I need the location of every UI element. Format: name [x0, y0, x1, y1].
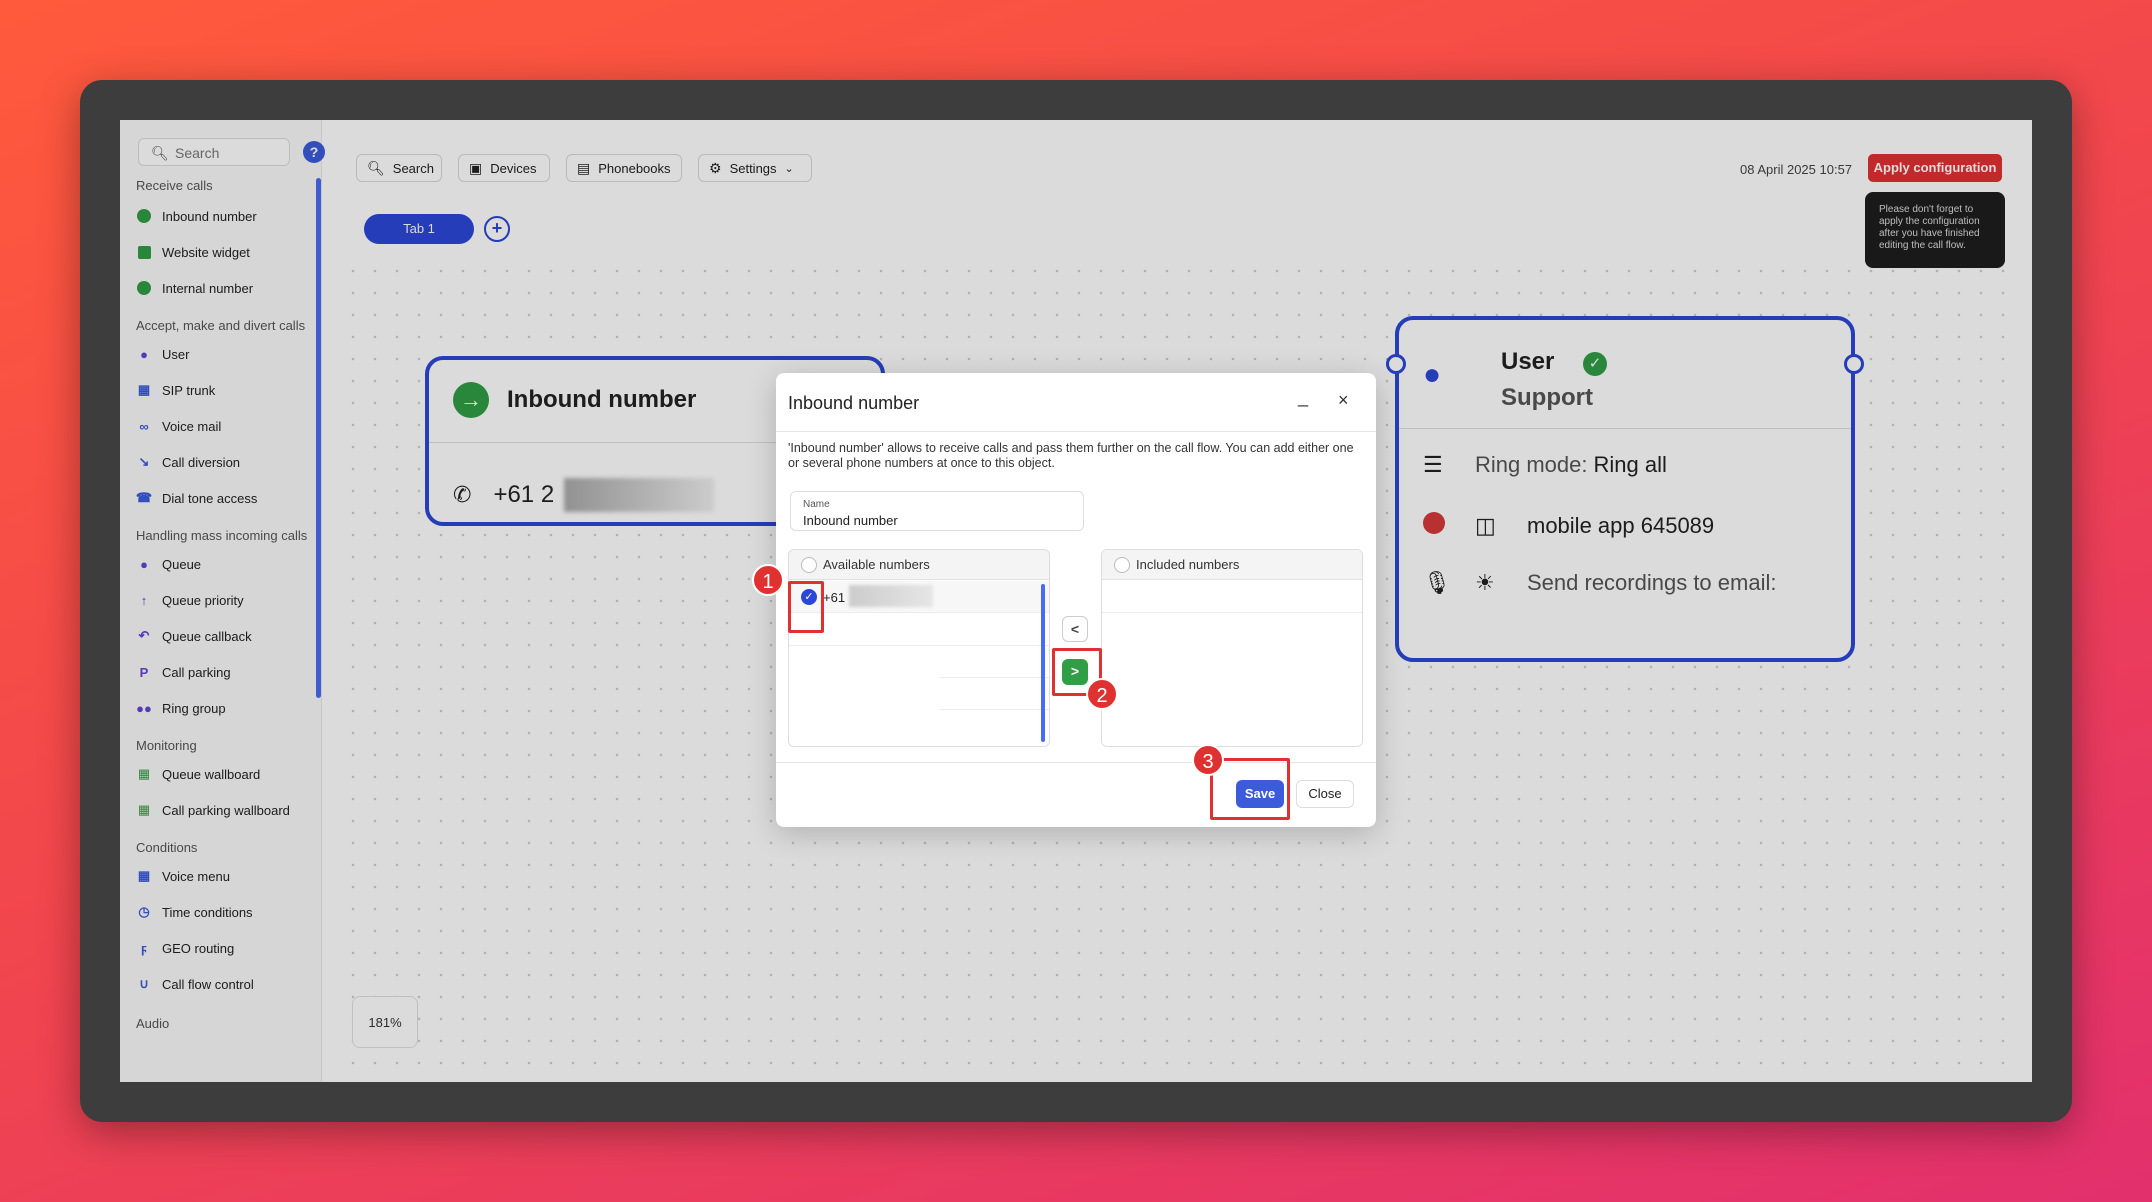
name-field[interactable]: Name Inbound number: [790, 491, 1084, 531]
list-item[interactable]: ✓ +61: [789, 581, 1049, 613]
step-3-badge: 3: [1192, 744, 1224, 776]
modal-divider: [776, 431, 1376, 432]
select-all-included-checkbox[interactable]: [1114, 557, 1130, 573]
move-left-button[interactable]: <: [1062, 616, 1088, 642]
list-item: [939, 678, 1049, 710]
highlight-step-1: [788, 581, 824, 633]
included-header-label: Included numbers: [1136, 557, 1240, 572]
included-numbers-list: Included numbers: [1101, 549, 1363, 747]
modal-title: Inbound number: [788, 393, 920, 413]
name-value: Inbound number: [803, 513, 898, 528]
step-1-badge: 1: [752, 564, 784, 596]
included-numbers-header: Included numbers: [1102, 550, 1362, 580]
available-header-label: Available numbers: [823, 557, 930, 572]
app-screen: 🔍︎ Search ? Receive calls Inbound number…: [120, 120, 2032, 1082]
name-label: Name: [803, 499, 830, 510]
modal-description: 'Inbound number' allows to receive calls…: [788, 441, 1354, 470]
step-2-badge: 2: [1086, 678, 1118, 710]
redacted-number: [849, 585, 933, 607]
list-item: [939, 646, 1049, 678]
select-all-available-checkbox[interactable]: [801, 557, 817, 573]
list-item[interactable]: [789, 614, 1049, 646]
list-item: [1102, 581, 1362, 613]
available-numbers-list: Available numbers ✓ +61: [788, 549, 1050, 747]
close-button[interactable]: Close: [1296, 780, 1354, 808]
available-list-scrollbar[interactable]: [1041, 584, 1045, 742]
available-numbers-header: Available numbers: [789, 550, 1049, 580]
close-icon[interactable]: ×: [1338, 390, 1349, 411]
minimize-icon[interactable]: _: [1298, 387, 1308, 408]
available-number-value: +61: [823, 590, 846, 605]
